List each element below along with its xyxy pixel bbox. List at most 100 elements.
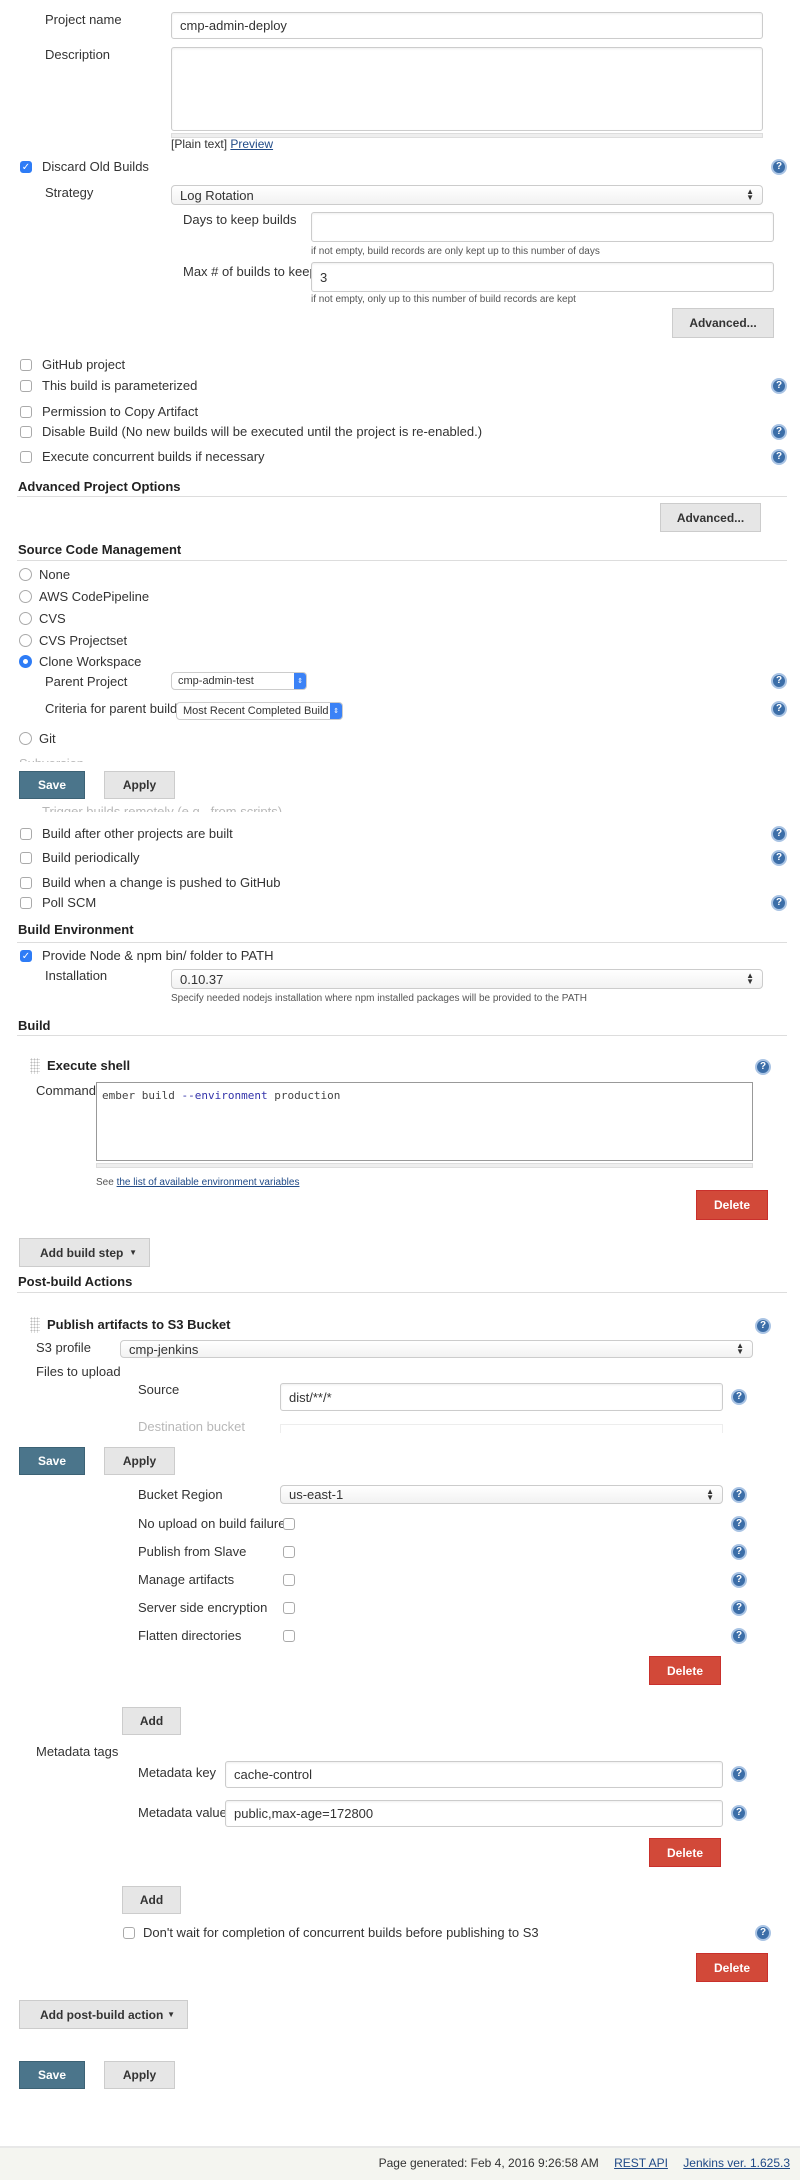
delete-button[interactable]: Delete	[649, 1656, 721, 1685]
max-builds-input[interactable]: 3	[311, 262, 774, 292]
max-builds-hint: if not empty, only up to this number of …	[311, 294, 576, 305]
discard-old-builds-checkbox[interactable]: ✓	[20, 161, 32, 173]
add-button[interactable]: Add	[122, 1707, 181, 1735]
description-label: Description	[45, 47, 111, 62]
copy-artifact-checkbox[interactable]	[20, 406, 32, 418]
parent-project-select[interactable]: cmp-admin-test ⇕	[171, 672, 307, 690]
help-icon[interactable]: ?	[771, 449, 787, 465]
disable-build-checkbox[interactable]	[20, 426, 32, 438]
option-label: This build is parameterized	[42, 378, 198, 393]
rest-api-link[interactable]: REST API	[614, 2156, 668, 2170]
strategy-select[interactable]: Log Rotation ▲ ▼	[171, 185, 763, 205]
s3-profile-select[interactable]: cmp-jenkins ▲ ▼	[120, 1340, 753, 1358]
scm-radio-clone-workspace[interactable]	[19, 655, 32, 668]
help-icon[interactable]: ?	[731, 1572, 747, 1588]
help-icon[interactable]: ?	[771, 159, 787, 175]
preview-link[interactable]: Preview	[230, 137, 273, 151]
option-label: Permission to Copy Artifact	[42, 404, 199, 419]
apply-button[interactable]: Apply	[104, 771, 175, 799]
build-periodically-checkbox[interactable]	[20, 852, 32, 864]
installation-select[interactable]: 0.10.37 ▲ ▼	[171, 969, 763, 989]
github-push-checkbox[interactable]	[20, 877, 32, 889]
apply-button[interactable]: Apply	[104, 1447, 175, 1475]
dont-wait-checkbox[interactable]	[123, 1927, 135, 1939]
help-icon[interactable]: ?	[771, 378, 787, 394]
help-icon[interactable]: ?	[731, 1389, 747, 1405]
caret-down-icon: ▼	[167, 2010, 175, 2019]
jenkins-version-link[interactable]: Jenkins ver. 1.625.3	[683, 2156, 790, 2170]
scm-radio-none[interactable]	[19, 568, 32, 581]
advanced-button[interactable]: Advanced...	[672, 308, 774, 338]
help-icon[interactable]: ?	[731, 1600, 747, 1616]
flag-label: No upload on build failure	[138, 1516, 286, 1531]
concurrent-builds-checkbox[interactable]	[20, 451, 32, 463]
installation-label: Installation	[45, 968, 108, 983]
scm-radio-aws[interactable]	[19, 590, 32, 603]
drag-handle-icon[interactable]	[30, 1058, 40, 1074]
criteria-select[interactable]: Most Recent Completed Build ⇕	[176, 702, 343, 720]
help-icon[interactable]: ?	[731, 1628, 747, 1644]
add-build-step-button[interactable]: Add build step ▼	[19, 1238, 150, 1267]
trigger-label: Build periodically	[42, 850, 140, 865]
flag-label: Manage artifacts	[138, 1572, 235, 1587]
delete-button[interactable]: Delete	[649, 1838, 721, 1867]
save-button[interactable]: Save	[19, 1447, 85, 1475]
advanced-button[interactable]: Advanced...	[660, 503, 761, 532]
publish-from-slave-checkbox[interactable]	[283, 1546, 295, 1558]
scm-radio-cvs-projectset[interactable]	[19, 634, 32, 647]
bucket-region-select[interactable]: us-east-1 ▲ ▼	[280, 1485, 723, 1504]
help-icon[interactable]: ?	[771, 701, 787, 717]
save-button[interactable]: Save	[19, 771, 85, 799]
build-after-checkbox[interactable]	[20, 828, 32, 840]
scm-radio-git[interactable]	[19, 732, 32, 745]
parameterized-checkbox[interactable]	[20, 380, 32, 392]
parent-project-label: Parent Project	[45, 674, 128, 689]
criteria-label: Criteria for parent build	[45, 701, 178, 716]
help-icon[interactable]: ?	[731, 1544, 747, 1560]
help-icon[interactable]: ?	[755, 1318, 771, 1334]
server-side-encryption-checkbox[interactable]	[283, 1602, 295, 1614]
scm-radio-cvs[interactable]	[19, 612, 32, 625]
help-icon[interactable]: ?	[731, 1766, 747, 1782]
source-input[interactable]: dist/**/*	[280, 1383, 723, 1411]
help-icon[interactable]: ?	[755, 1925, 771, 1941]
save-button[interactable]: Save	[19, 2061, 85, 2089]
manage-artifacts-checkbox[interactable]	[283, 1574, 295, 1586]
add-post-build-action-button[interactable]: Add post-build action ▼	[19, 2000, 188, 2029]
drag-handle-icon[interactable]	[30, 1317, 40, 1333]
radio-label: None	[39, 567, 71, 582]
help-icon[interactable]: ?	[771, 424, 787, 440]
divider	[17, 942, 787, 943]
metadata-key-input[interactable]: cache-control	[225, 1761, 723, 1788]
apply-button[interactable]: Apply	[104, 2061, 175, 2089]
delete-button[interactable]: Delete	[696, 1190, 768, 1220]
help-icon[interactable]: ?	[771, 850, 787, 866]
destination-bucket-input-partial	[280, 1424, 723, 1433]
poll-scm-checkbox[interactable]	[20, 897, 32, 909]
github-project-checkbox[interactable]	[20, 359, 32, 371]
help-icon[interactable]: ?	[771, 826, 787, 842]
radio-label: CVS Projectset	[39, 633, 128, 648]
option-label: Disable Build (No new builds will be exe…	[42, 424, 483, 439]
help-icon[interactable]: ?	[731, 1805, 747, 1821]
env-variables-link[interactable]: the list of available environment variab…	[117, 1177, 300, 1188]
add-button[interactable]: Add	[122, 1886, 181, 1914]
delete-button[interactable]: Delete	[696, 1953, 768, 1982]
provide-node-checkbox[interactable]: ✓	[20, 950, 32, 962]
command-label: Command	[36, 1083, 96, 1098]
project-name-input[interactable]: cmp-admin-deploy	[171, 12, 763, 39]
command-textarea[interactable]: ember build --environment production	[96, 1082, 753, 1161]
help-icon[interactable]: ?	[731, 1516, 747, 1532]
days-input[interactable]	[311, 212, 774, 242]
help-icon[interactable]: ?	[755, 1059, 771, 1075]
help-icon[interactable]: ?	[731, 1487, 747, 1503]
metadata-value-input[interactable]: public,max-age=172800	[225, 1800, 723, 1827]
help-icon[interactable]: ?	[771, 673, 787, 689]
help-icon[interactable]: ?	[771, 895, 787, 911]
divider	[17, 560, 787, 561]
flatten-directories-checkbox[interactable]	[283, 1630, 295, 1642]
no-upload-on-failure-checkbox[interactable]	[283, 1518, 295, 1530]
description-textarea[interactable]	[171, 47, 763, 131]
textarea-resize-handle[interactable]	[96, 1163, 753, 1168]
strategy-label: Strategy	[45, 185, 94, 200]
